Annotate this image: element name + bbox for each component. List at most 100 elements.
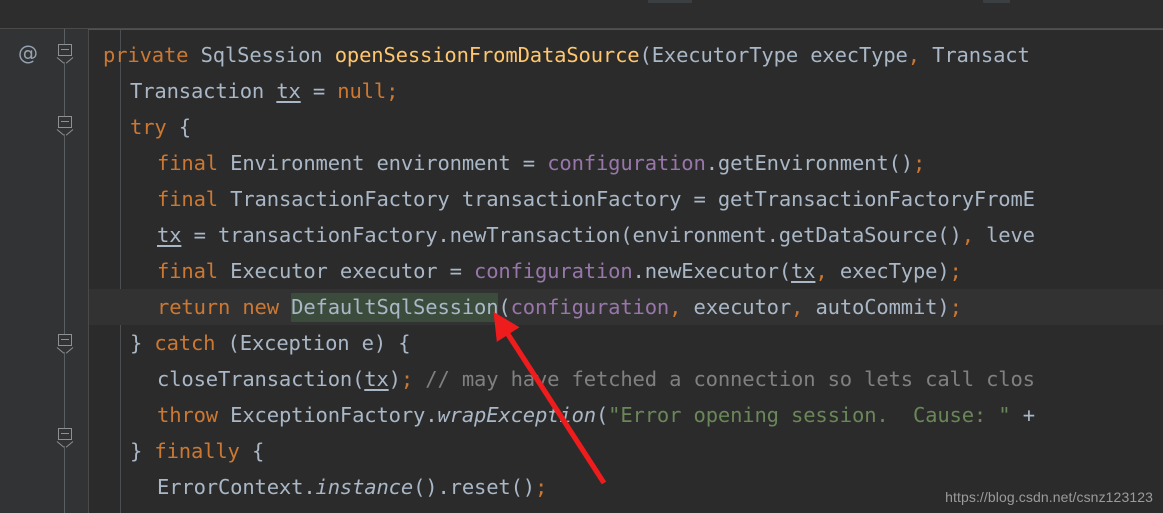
line-transaction-factory[interactable]: final TransactionFactory transactionFact… [157, 181, 1035, 217]
line-method-signature[interactable]: private SqlSession openSessionFromDataSo… [103, 37, 1030, 73]
fold-try-toggle[interactable] [56, 116, 74, 136]
code-token: = [300, 79, 338, 103]
code-token: ; [949, 259, 962, 283]
code-token: + [1010, 403, 1035, 427]
code-token: executor [681, 295, 792, 319]
code-token: throw [157, 403, 218, 427]
code-token: configuration [547, 151, 706, 175]
code-token: ExecutorType [651, 43, 799, 67]
line-throw[interactable]: throw ExceptionFactory.wrapException("Er… [157, 397, 1035, 433]
code-pane[interactable]: private SqlSession openSessionFromDataSo… [88, 29, 1163, 513]
line-close-transaction[interactable]: closeTransaction(tx); // may have fetche… [157, 361, 1035, 397]
editor-top-strip [0, 0, 1163, 29]
annotation-at-icon[interactable]: @ [17, 42, 39, 64]
code-token: instance [315, 475, 414, 499]
code-token: { [166, 115, 191, 139]
code-token: ().reset() [413, 475, 535, 499]
code-token: = transactionFactory.newTransaction(envi… [181, 223, 962, 247]
toolbar-ghost-left[interactable] [648, 0, 692, 3]
line-environment[interactable]: final Environment environment = configur… [157, 145, 925, 181]
code-token: Environment [230, 151, 365, 175]
highlighted-token: DefaultSqlSession [291, 293, 499, 322]
code-token: catch [154, 331, 216, 355]
indent-guide [120, 29, 121, 513]
code-token: tx [157, 223, 182, 247]
code-token: ( [595, 403, 609, 427]
code-token: , [669, 295, 682, 319]
line-new-transaction[interactable]: tx = transactionFactory.newTransaction(e… [157, 217, 1035, 253]
code-token: closeTransaction( [157, 367, 365, 391]
code-token: e) { [349, 331, 411, 355]
code-token: executor = [327, 259, 475, 283]
code-token: wrapException [437, 403, 596, 427]
line-error-context[interactable]: ErrorContext.instance().reset(); [157, 469, 547, 505]
code-editor: @ private SqlSession openSessionFromData… [0, 0, 1163, 513]
code-token: SqlSession [200, 43, 323, 67]
code-token: ( [215, 331, 240, 355]
code-token: leve [973, 223, 1035, 247]
line-return-default-sql-session[interactable]: return new DefaultSqlSession(configurati… [157, 289, 962, 325]
code-token: ; [400, 367, 414, 391]
code-token: final [157, 151, 218, 175]
code-token: ( [498, 295, 511, 319]
code-token: ; [534, 475, 548, 499]
line-finally[interactable]: } finally { [130, 433, 264, 469]
code-token: configuration [510, 295, 670, 319]
code-token: return [157, 295, 231, 319]
line-executor[interactable]: final Executor executor = configuration.… [157, 253, 962, 289]
code-token: ) [388, 367, 401, 391]
editor-gutter[interactable] [0, 29, 88, 513]
code-token: ; [912, 151, 926, 175]
code-token: final [157, 259, 218, 283]
code-token: new [242, 295, 279, 319]
code-token: Transaction [130, 79, 265, 103]
fold-finally-toggle[interactable] [56, 428, 74, 448]
code-token: TransactionFactory [230, 187, 450, 211]
code-token: configuration [474, 259, 633, 283]
code-token: , [791, 295, 804, 319]
code-token: ExceptionFactory [230, 403, 426, 427]
code-token: tx [364, 367, 389, 391]
fold-minus-icon [58, 116, 72, 128]
code-token: ( [639, 43, 652, 67]
code-token: .getEnvironment() [705, 151, 913, 175]
code-token: final [157, 187, 218, 211]
line-try[interactable]: try { [130, 109, 191, 145]
code-token: openSessionFromDataSource [334, 43, 640, 67]
code-token: "Error opening session. Cause: " [608, 403, 1011, 427]
code-token: } [130, 439, 155, 463]
code-token: , [907, 43, 920, 67]
code-token: ; [386, 79, 399, 103]
fold-catch-toggle[interactable] [56, 334, 74, 354]
toolbar-ghost-right[interactable] [983, 0, 1010, 3]
code-token: . [425, 403, 438, 427]
code-token: execType [798, 43, 908, 67]
code-token: environment = [364, 151, 548, 175]
code-token: private [103, 43, 189, 67]
code-token: tx [276, 79, 301, 103]
fold-method-toggle[interactable] [56, 44, 74, 64]
line-transaction-decl[interactable]: Transaction tx = null; [130, 73, 398, 109]
code-token: try [130, 115, 167, 139]
code-token: ; [949, 295, 962, 319]
code-token: Executor [230, 259, 328, 283]
code-token: { [239, 439, 265, 463]
code-token: tx [791, 259, 816, 283]
code-token: execType) [827, 259, 950, 283]
line-catch[interactable]: } catch (Exception e) { [130, 325, 411, 361]
fold-minus-icon [58, 44, 72, 56]
fold-minus-icon [58, 428, 72, 440]
code-token: finally [154, 439, 240, 463]
code-token: . [303, 475, 316, 499]
code-token: null [337, 79, 387, 103]
code-token: , [815, 259, 828, 283]
